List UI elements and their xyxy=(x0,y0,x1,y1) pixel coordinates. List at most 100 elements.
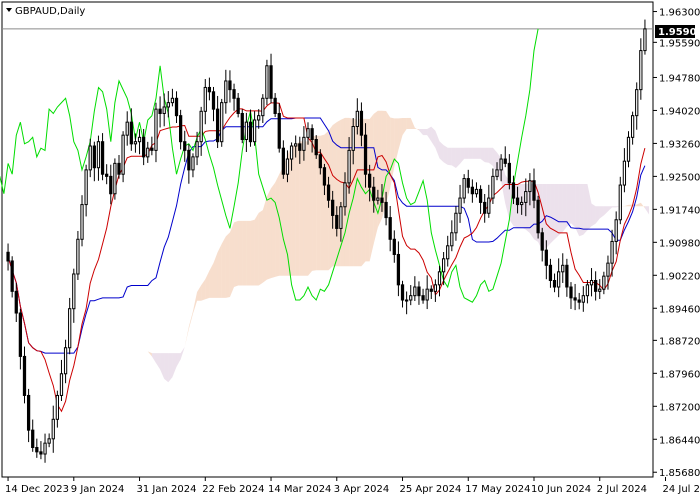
y-tick-label: 1.93260 xyxy=(659,139,700,150)
candle-body xyxy=(331,199,335,216)
candle-body xyxy=(306,128,310,138)
candle-body xyxy=(450,232,454,247)
candle-body xyxy=(265,65,269,99)
candle-body xyxy=(552,279,557,288)
candle-body xyxy=(113,162,117,195)
cloud-segment xyxy=(254,212,259,286)
candle-body xyxy=(421,295,425,301)
y-tick-label: 1.87960 xyxy=(659,369,700,380)
candle-body xyxy=(211,91,216,110)
candle-body xyxy=(573,297,577,301)
cloud-segment xyxy=(612,206,617,208)
x-tick-label: 31 Jan 2024 xyxy=(137,484,197,495)
cloud-segment xyxy=(406,117,411,130)
y-tick-label: 1.96300 xyxy=(659,8,700,19)
candle-body xyxy=(248,121,253,143)
candle-body xyxy=(162,106,166,114)
candle-body xyxy=(335,214,339,229)
candle-body xyxy=(261,97,265,117)
candle-body xyxy=(10,260,14,292)
cloud-segment xyxy=(242,220,247,286)
candle-body xyxy=(191,156,195,171)
x-tick-label: 3 Apr 2024 xyxy=(334,484,389,495)
candle-body xyxy=(207,86,212,93)
candle-body xyxy=(536,199,540,234)
candle-body xyxy=(368,173,372,188)
cloud-segment xyxy=(299,141,304,276)
candle-body xyxy=(511,182,516,199)
x-tick-label: 25 Apr 2024 xyxy=(400,484,462,495)
candle-body xyxy=(80,204,84,240)
candle-body xyxy=(339,206,343,229)
candle-body xyxy=(409,295,413,301)
candle-body xyxy=(174,97,179,117)
candle-body xyxy=(100,141,105,175)
cloud-segment xyxy=(447,147,452,166)
candle-body xyxy=(179,115,183,143)
cloud-segment xyxy=(464,147,469,159)
cloud-segment xyxy=(291,144,296,276)
candle-body xyxy=(400,284,405,301)
candle-body xyxy=(618,184,622,221)
candle-body xyxy=(347,149,351,184)
candle-body xyxy=(244,121,249,141)
candle-body xyxy=(433,284,438,292)
cloud-segment xyxy=(373,110,378,244)
candle-body xyxy=(63,347,68,375)
cloud-segment xyxy=(484,147,489,163)
candle-body xyxy=(528,180,532,193)
y-tick-label: 1.94780 xyxy=(659,73,700,84)
candle-body xyxy=(166,102,170,108)
candle-body xyxy=(281,147,285,175)
candle-body xyxy=(495,169,499,177)
cloud-segment xyxy=(295,141,300,276)
candle-body xyxy=(240,112,244,141)
candle-body xyxy=(88,145,92,171)
candle-body xyxy=(6,251,10,262)
candle-body xyxy=(285,158,290,175)
cloud-segment xyxy=(570,183,576,228)
cloud-segment xyxy=(271,182,276,279)
candle-body xyxy=(142,136,146,158)
candle-body xyxy=(614,219,618,242)
price-chart[interactable]: 1.96300 1.95590 1.94780 1.94020 1.93260 1.925… xyxy=(0,0,700,500)
candle-body xyxy=(594,279,598,292)
candle-body xyxy=(540,232,544,251)
candle-body xyxy=(413,286,417,297)
x-tick-label: 2 Jul 2024 xyxy=(597,484,647,495)
cloud-segment xyxy=(303,141,309,276)
cloud-segment xyxy=(443,145,448,165)
candle-body xyxy=(183,141,187,151)
candle-body xyxy=(158,108,162,114)
candle-body xyxy=(273,97,277,114)
candle-body xyxy=(380,197,384,203)
candle-body xyxy=(14,290,18,314)
candle-body xyxy=(499,158,503,171)
candle-body xyxy=(59,373,64,396)
y-tick-label: 1.95590 xyxy=(659,38,700,49)
candle-body xyxy=(372,186,376,201)
symbol-header[interactable]: GBPAUD,Daily xyxy=(6,6,85,17)
y-tick-label: 1.89460 xyxy=(659,304,700,315)
candle-body xyxy=(351,125,355,151)
candle-body xyxy=(581,295,585,303)
candle-body xyxy=(417,286,421,297)
candle-body xyxy=(577,299,581,303)
candle-body xyxy=(610,240,614,264)
cloud-segment xyxy=(266,188,272,280)
cloud-segment xyxy=(225,232,230,298)
candle-body xyxy=(544,249,548,266)
cloud-segment xyxy=(221,236,226,298)
y-tick-label: 1.88720 xyxy=(659,336,700,347)
candle-body xyxy=(548,264,553,281)
candle-body xyxy=(425,288,429,301)
cloud-segment xyxy=(583,183,588,235)
candle-body xyxy=(96,141,101,169)
cloud-segment xyxy=(357,118,362,267)
candle-body xyxy=(215,108,220,143)
candle-body xyxy=(639,50,643,91)
cloud-segment xyxy=(234,220,239,288)
candle-body xyxy=(228,80,232,91)
candle-body xyxy=(388,217,392,240)
candle-body xyxy=(236,97,240,114)
